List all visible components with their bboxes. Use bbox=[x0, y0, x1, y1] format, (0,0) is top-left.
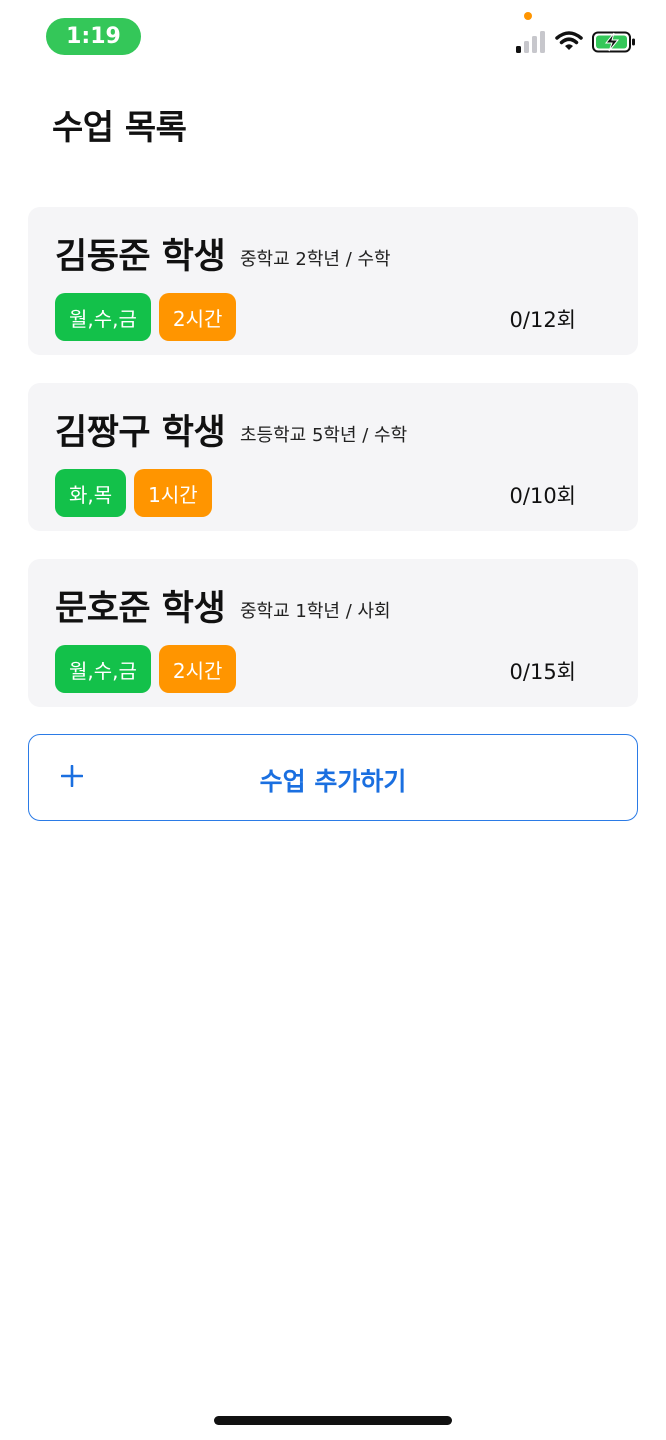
signal-icon bbox=[516, 31, 545, 53]
status-time[interactable]: 1:19 bbox=[46, 18, 141, 55]
hours-tag: 1시간 bbox=[134, 469, 212, 517]
days-tag: 화,목 bbox=[55, 469, 127, 517]
student-grade-subject: 초등학교 5학년 / 수학 bbox=[240, 425, 408, 446]
student-name: 문호준 학생 bbox=[55, 589, 226, 629]
days-tag: 월,수,금 bbox=[55, 293, 151, 341]
student-grade-subject: 중학교 2학년 / 수학 bbox=[240, 249, 391, 270]
add-lesson-label: 수업 추가하기 bbox=[259, 767, 407, 796]
lesson-count: 0/10회 bbox=[509, 484, 576, 508]
page-title: 수업 목록 bbox=[52, 108, 187, 148]
hours-tag: 2시간 bbox=[158, 293, 237, 341]
home-indicator[interactable] bbox=[214, 1416, 452, 1425]
privacy-indicator-dot bbox=[524, 12, 532, 20]
tag-row: 화,목 1시간 bbox=[55, 469, 212, 517]
hours-tag: 2시간 bbox=[158, 645, 237, 693]
lesson-count: 0/12회 bbox=[509, 308, 576, 332]
tag-row: 월,수,금 2시간 bbox=[55, 293, 237, 341]
battery-charging-icon bbox=[592, 31, 635, 53]
student-name: 김동준 학생 bbox=[55, 237, 226, 277]
wifi-icon bbox=[555, 31, 583, 50]
student-name: 김짱구 학생 bbox=[55, 413, 226, 453]
student-grade-subject: 중학교 1학년 / 사회 bbox=[240, 601, 391, 622]
lesson-count: 0/15회 bbox=[509, 660, 576, 684]
screen: 1:19 수업 목록 김동준 학생 중학교 2학년 / 수학 월,수,금 2시간… bbox=[0, 0, 666, 1440]
lesson-card[interactable]: 김짱구 학생 초등학교 5학년 / 수학 화,목 1시간 0/10회 bbox=[28, 383, 638, 531]
lesson-card[interactable]: 문호준 학생 중학교 1학년 / 사회 월,수,금 2시간 0/15회 bbox=[28, 559, 638, 707]
lesson-card[interactable]: 김동준 학생 중학교 2학년 / 수학 월,수,금 2시간 0/12회 bbox=[28, 207, 638, 355]
add-lesson-button[interactable]: 수업 추가하기 bbox=[28, 734, 638, 821]
days-tag: 월,수,금 bbox=[55, 645, 151, 693]
tag-row: 월,수,금 2시간 bbox=[55, 645, 237, 693]
status-time-text: 1:19 bbox=[66, 24, 121, 49]
